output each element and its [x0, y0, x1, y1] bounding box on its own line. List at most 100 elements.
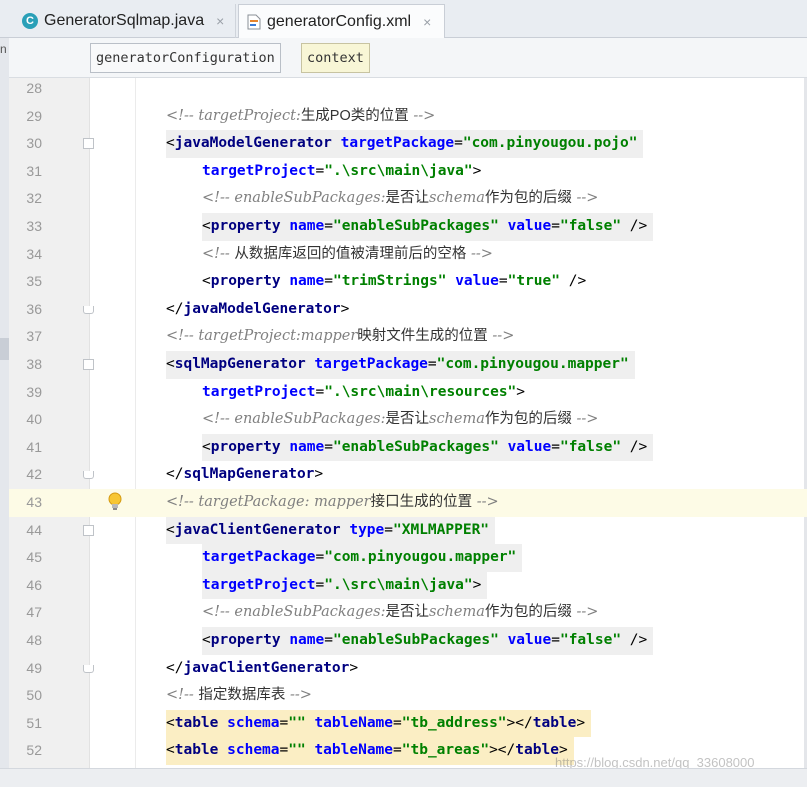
intention-bulb-icon[interactable]: [108, 492, 122, 512]
code-line[interactable]: 49 </javaClientGenerator>: [9, 655, 807, 683]
token-br: [446, 273, 455, 289]
xml-code: targetPackage="com.pinyougou.mapper": [202, 544, 523, 572]
token-br: <: [166, 714, 175, 731]
line-number: 45: [26, 549, 42, 566]
code-line[interactable]: 41 <property name="enableSubPackages" val…: [9, 433, 807, 462]
token-tag: javaModelGenerator: [183, 300, 341, 317]
token-tag: table: [515, 742, 559, 759]
xml-code: targetProject=".\src\main\java">: [202, 158, 481, 186]
token-tag: javaModelGenerator: [174, 135, 332, 152]
token-br: =: [393, 742, 402, 759]
token-br: >: [314, 466, 324, 483]
token-cmt: 是否让: [385, 411, 430, 428]
code-line[interactable]: 36 </javaModelGenerator>: [9, 296, 807, 324]
token-cm: <!--: [166, 687, 199, 704]
code-line[interactable]: 32 <!-- enableSubPackages:是否让schema作为包的后缀…: [9, 185, 807, 213]
token-val: "enableSubPackages": [332, 438, 499, 455]
token-cm: -->: [408, 107, 436, 124]
line-number: 38: [26, 356, 42, 372]
close-tab-icon[interactable]: ×: [216, 13, 224, 29]
token-br: =: [551, 218, 560, 234]
token-br: [218, 715, 227, 731]
fold-end-icon[interactable]: [83, 471, 94, 480]
fold-end-icon[interactable]: [83, 305, 94, 314]
code-line[interactable]: 30 <javaModelGenerator targetPackage="com…: [9, 130, 807, 158]
code-editor[interactable]: 28 29 <!-- targetProject:生成PO类的位置 --> 30 <ja…: [9, 78, 807, 768]
token-cm: <!--: [202, 245, 235, 262]
token-br: [281, 273, 290, 289]
code-line[interactable]: 31 targetProject=".\src\main\java">: [9, 158, 807, 186]
breadcrumb-context[interactable]: context: [301, 43, 370, 73]
line-number: 44: [26, 521, 42, 538]
editor-tab-bar: C GeneratorSqlmap.java × generatorConfig…: [0, 0, 807, 38]
xml-comment: <!-- enableSubPackages:是否让schema作为包的后缀 -…: [202, 599, 598, 627]
token-br: =: [384, 521, 393, 538]
token-cm: -->: [571, 190, 599, 207]
token-cmt: 是否让: [385, 604, 430, 621]
token-cm: <!-- enableSubPackages:: [202, 604, 386, 621]
xml-code: <property name="enableSubPackages" value…: [202, 627, 654, 655]
code-line[interactable]: 44 <javaClientGenerator type="XMLMAPPER": [9, 516, 807, 545]
token-val: "false": [559, 218, 622, 234]
xml-comment: <!-- enableSubPackages:是否让schema作为包的后缀 -…: [202, 406, 598, 434]
token-att: targetProject: [202, 576, 316, 593]
token-val: "enableSubPackages": [332, 218, 499, 234]
token-br: <: [166, 742, 175, 759]
code-line[interactable]: 43 <!-- targetPackage: mapper接口生成的位置 -->: [9, 489, 807, 517]
code-line[interactable]: 28: [9, 78, 807, 103]
code-line[interactable]: 40 <!-- enableSubPackages:是否让schema作为包的后缀…: [9, 406, 807, 434]
token-tag: property: [210, 438, 281, 455]
token-cm: <!-- enableSubPackages:: [202, 411, 386, 428]
tab-generator-config-xml[interactable]: generatorConfig.xml ×: [238, 4, 445, 38]
code-line[interactable]: 38 <sqlMapGenerator targetPackage="com.pi…: [9, 351, 807, 379]
code-line[interactable]: 34 <!-- 从数据库返回的值被清理前后的空格 -->: [9, 241, 807, 269]
token-br: </: [166, 300, 184, 317]
code-line[interactable]: 50 <!-- 指定数据库表 -->: [9, 682, 807, 710]
code-line[interactable]: 47 <!-- enableSubPackages:是否让schema作为包的后缀…: [9, 599, 807, 627]
xml-code: <property name="enableSubPackages" value…: [202, 433, 654, 462]
token-br: =: [315, 383, 325, 400]
token-br: <: [166, 521, 175, 538]
code-line[interactable]: 48 <property name="enableSubPackages" val…: [9, 627, 807, 655]
line-number: 40: [26, 411, 42, 428]
token-att: value: [507, 218, 552, 234]
code-line[interactable]: 29 <!-- targetProject:生成PO类的位置 -->: [9, 103, 807, 131]
xml-code: <sqlMapGenerator targetPackage="com.piny…: [166, 351, 635, 379]
code-line[interactable]: 42 </sqlMapGenerator>: [9, 461, 807, 489]
xml-code: <property name="enableSubPackages" value…: [202, 213, 654, 241]
code-line[interactable]: 45 targetPackage="com.pinyougou.mapper": [9, 544, 807, 572]
code-line[interactable]: 39 targetProject=".\src\main\resources">: [9, 379, 807, 407]
code-line[interactable]: 35 <property name="trimStrings" value="tr…: [9, 268, 807, 296]
line-number: 52: [26, 742, 42, 759]
close-tab-icon[interactable]: ×: [423, 14, 431, 30]
token-cmt: 作为包的后缀: [484, 411, 572, 428]
token-att: targetPackage: [202, 549, 316, 566]
token-cm: -->: [571, 411, 599, 428]
xml-comment: <!-- targetProject:mapper映射文件生成的位置 -->: [166, 323, 514, 351]
code-line[interactable]: 46 targetProject=".\src\main\java">: [9, 571, 807, 600]
fold-toggle-icon[interactable]: [83, 138, 94, 150]
fold-toggle-icon[interactable]: [83, 359, 94, 370]
xml-code: <property name="trimStrings" value="true…: [202, 268, 586, 296]
code-line[interactable]: 33 <property name="enableSubPackages" val…: [9, 213, 807, 241]
token-br: =: [279, 742, 289, 759]
code-line[interactable]: 37 <!-- targetProject:mapper映射文件生成的位置 -->: [9, 323, 807, 351]
breadcrumb-generator-configuration[interactable]: generatorConfiguration: [90, 43, 281, 73]
token-br: =: [324, 273, 333, 290]
fold-toggle-icon[interactable]: [83, 524, 94, 536]
line-number: 28: [26, 80, 42, 96]
token-att: name: [289, 273, 325, 290]
token-br: [218, 742, 227, 758]
token-cm: <!-- targetProject:mapper: [166, 328, 358, 345]
fold-end-icon[interactable]: [83, 664, 94, 673]
token-cm: <!-- targetPackage: mapper: [166, 494, 371, 510]
line-number: 46: [26, 576, 42, 593]
tab-generator-sqlmap-java[interactable]: C GeneratorSqlmap.java ×: [14, 4, 236, 38]
xml-comment: <!-- enableSubPackages:是否让schema作为包的后缀 -…: [202, 185, 598, 213]
code-line[interactable]: 51 <table schema="" tableName="tb_address…: [9, 709, 807, 738]
token-br: =: [498, 273, 508, 290]
token-br: >: [472, 576, 482, 593]
left-strip-selection: [0, 338, 9, 360]
token-val: "tb_address": [401, 714, 507, 731]
tab-label: GeneratorSqlmap.java: [44, 12, 205, 29]
